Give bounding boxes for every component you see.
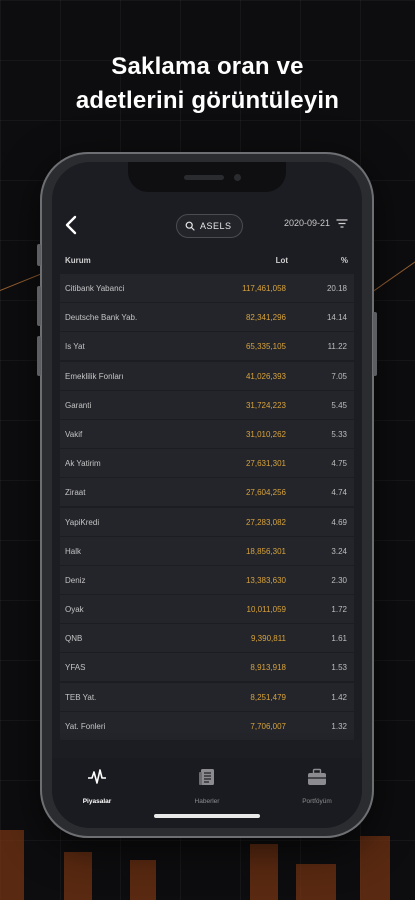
tab-portfoyum[interactable]: Portföyüm (277, 768, 357, 808)
table-row[interactable]: YFAS 8,913,918 1.53 (60, 653, 354, 682)
custody-table: Citibank Yabanci 117,461,058 20.18 Deutsche… (60, 274, 354, 741)
table-row[interactable]: Garanti 31,724,223 5.45 (60, 390, 354, 419)
top-bar: ASELS 2020-09-21 (52, 210, 362, 242)
row-lot: 8,913,918 (250, 663, 286, 673)
row-lot: 9,390,811 (251, 634, 286, 644)
pulse-icon (88, 769, 106, 784)
headline-line-1: Saklama oran ve (111, 53, 304, 80)
table-row[interactable]: Halk 18,856,301 3.24 (60, 536, 354, 565)
row-name: Deniz (65, 575, 86, 585)
row-pct: 1.72 (331, 605, 347, 615)
phone-mute-button (37, 244, 41, 266)
table-row[interactable]: Emeklilik Fonları 41,026,393 7.05 (60, 361, 354, 390)
row-lot: 65,335,105 (245, 342, 286, 352)
symbol-search-value: ASELS (200, 221, 232, 231)
row-name: Halk (65, 546, 82, 556)
row-lot: 10,011,059 (246, 605, 286, 615)
row-lot: 13,383,630 (245, 575, 286, 585)
row-name: Deutsche Bank Yab. (65, 313, 138, 323)
tab-label: Haberler (194, 798, 220, 805)
table-header: Kurum Lot % (52, 250, 362, 272)
row-name: Yat. Fonleri (65, 721, 106, 731)
home-indicator (154, 814, 260, 818)
row-pct: 5.33 (331, 429, 347, 439)
row-lot: 82,341,296 (245, 313, 286, 323)
row-lot: 27,283,082 (245, 517, 286, 527)
bottom-tab-bar: Piyasalar Haberler Portföyüm (52, 758, 362, 828)
row-lot: 18,856,301 (245, 546, 286, 556)
chevron-left-icon (65, 215, 77, 235)
table-row[interactable]: YapiKredi 27,283,082 4.69 (60, 507, 354, 536)
row-pct: 4.74 (331, 488, 347, 498)
row-lot: 27,604,256 (245, 488, 286, 498)
row-name: Vakif (65, 429, 83, 439)
row-lot: 7,706,007 (250, 721, 286, 731)
row-name: YFAS (65, 663, 86, 673)
phone-volume-down-button (37, 336, 41, 376)
row-lot: 41,026,393 (245, 371, 286, 381)
row-pct: 1.61 (331, 634, 347, 644)
headline: Saklama oran ve adetlerini görüntüleyin (0, 50, 415, 118)
briefcase-icon (308, 768, 326, 785)
table-row[interactable]: Citibank Yabanci 117,461,058 20.18 (60, 274, 354, 302)
app-screen: ASELS 2020-09-21 Kurum Lot % Citibank Ya… (52, 162, 362, 828)
table-row[interactable]: Ziraat 27,604,256 4.74 (60, 478, 354, 507)
column-header-lot[interactable]: Lot (276, 256, 288, 265)
row-pct: 3.24 (331, 546, 347, 556)
table-row[interactable]: TEB Yat. 8,251,479 1.42 (60, 682, 354, 711)
row-name: Ziraat (65, 488, 86, 498)
newspaper-icon (199, 769, 214, 785)
row-lot: 8,251,479 (250, 692, 286, 702)
tab-label: Portföyüm (302, 798, 332, 805)
row-pct: 14.14 (326, 313, 347, 323)
table-row[interactable]: Vakif 31,010,262 5.33 (60, 419, 354, 448)
row-lot: 31,724,223 (245, 400, 286, 410)
table-row[interactable]: QNB 9,390,811 1.61 (60, 624, 354, 653)
row-name: YapiKredi (65, 517, 100, 527)
column-header-kurum[interactable]: Kurum (65, 256, 91, 265)
row-pct: 1.42 (331, 692, 347, 702)
row-pct: 4.75 (331, 459, 347, 469)
headline-line-2: adetlerini görüntüleyin (75, 87, 340, 114)
phone-volume-up-button (37, 286, 41, 326)
row-name: Garanti (65, 400, 92, 410)
table-row[interactable]: Deniz 13,383,630 2.30 (60, 565, 354, 594)
row-pct: 20.18 (326, 284, 347, 293)
row-lot: 27,631,301 (245, 459, 286, 469)
filter-icon (336, 218, 348, 228)
back-button[interactable] (64, 214, 84, 238)
list-fade (52, 732, 362, 760)
row-pct: 5.45 (331, 400, 347, 410)
row-name: Ak Yatirim (65, 459, 101, 469)
row-pct: 2.30 (331, 575, 347, 585)
row-name: Emeklilik Fonları (65, 371, 124, 381)
tab-label: Piyasalar (82, 798, 112, 805)
row-name: Is Yat (65, 342, 85, 352)
row-pct: 7.05 (331, 371, 347, 381)
tab-haberler[interactable]: Haberler (167, 768, 247, 808)
symbol-search-chip[interactable]: ASELS (176, 214, 243, 238)
row-pct: 1.32 (331, 721, 347, 731)
row-name: Citibank Yabanci (65, 284, 125, 293)
notch (128, 162, 286, 192)
table-row[interactable]: Deutsche Bank Yab. 82,341,296 14.14 (60, 303, 354, 332)
row-pct: 11.22 (327, 342, 347, 352)
phone-power-button (373, 312, 377, 376)
row-pct: 4.69 (331, 517, 347, 527)
table-row[interactable]: Ak Yatirim 27,631,301 4.75 (60, 449, 354, 478)
search-icon (185, 221, 195, 231)
tab-piyasalar[interactable]: Piyasalar (57, 768, 137, 808)
phone-frame: ASELS 2020-09-21 Kurum Lot % Citibank Ya… (37, 152, 377, 838)
date-filter[interactable]: 2020-09-21 (284, 218, 348, 228)
table-row[interactable]: Is Yat 65,335,105 11.22 (60, 332, 354, 361)
row-lot: 31,010,262 (245, 429, 286, 439)
row-lot: 117,461,058 (242, 284, 286, 293)
date-label: 2020-09-21 (283, 218, 330, 228)
row-pct: 1.53 (331, 663, 347, 673)
row-name: Oyak (65, 605, 84, 615)
row-name: QNB (65, 634, 83, 644)
table-row[interactable]: Oyak 10,011,059 1.72 (60, 595, 354, 624)
row-name: TEB Yat. (65, 692, 97, 702)
column-header-pct[interactable]: % (341, 256, 348, 265)
